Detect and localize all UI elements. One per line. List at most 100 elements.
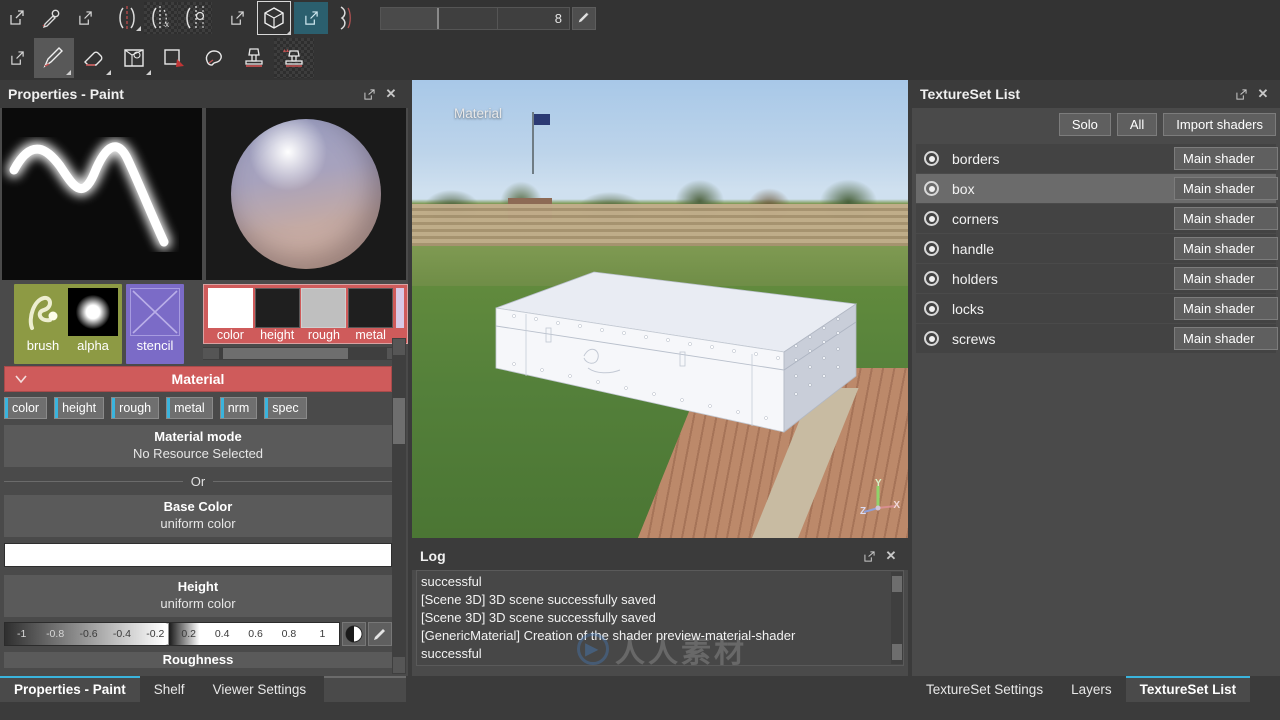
table-row[interactable]: locks Main shader	[916, 294, 1278, 323]
brush-size-value[interactable]: 8	[498, 6, 570, 30]
slider-handle[interactable]	[436, 7, 439, 29]
symmetry-x-icon[interactable]: x	[144, 2, 178, 34]
tab-overflow-stub[interactable]	[324, 676, 407, 702]
3d-viewport[interactable]: Material Y X Z	[412, 80, 908, 538]
brush-size-slider[interactable]	[380, 6, 498, 30]
material-mode-field[interactable]: Material mode No Resource Selected	[4, 425, 392, 467]
hscroll-left-button[interactable]	[203, 348, 219, 359]
vscroll-thumb[interactable]	[393, 398, 405, 444]
channel-tab-metal[interactable]: metal	[166, 397, 213, 419]
material-stamp-tool[interactable]: ▴▴	[274, 38, 314, 78]
visibility-radio-icon[interactable]	[924, 181, 939, 196]
height-slider-cursor[interactable]	[163, 624, 168, 644]
tab-layers[interactable]: Layers	[1057, 676, 1126, 702]
shader-select[interactable]: Main shader	[1174, 297, 1278, 320]
hscroll-thumb[interactable]	[223, 348, 348, 359]
tab-textureset-settings[interactable]: TextureSet Settings	[912, 676, 1057, 702]
export-icon-3[interactable]	[220, 2, 254, 34]
project-export-icon[interactable]	[0, 2, 34, 34]
visibility-radio-icon[interactable]	[924, 211, 939, 226]
vscroll-down-button[interactable]	[393, 657, 405, 673]
table-row[interactable]: handle Main shader	[916, 234, 1278, 263]
height-field[interactable]: Height uniform color	[4, 575, 392, 617]
shader-select[interactable]: Main shader	[1174, 207, 1278, 230]
symmetry-icon[interactable]	[110, 2, 144, 34]
tab-viewer-settings[interactable]: Viewer Settings	[199, 676, 321, 702]
table-row[interactable]: screws Main shader	[916, 324, 1278, 353]
visibility-radio-icon[interactable]	[924, 331, 939, 346]
channel-tab-spec[interactable]: spec	[264, 397, 307, 419]
close-icon[interactable]: ✕	[380, 83, 402, 105]
table-row[interactable]: holders Main shader	[916, 264, 1278, 293]
tab-shelf[interactable]: Shelf	[140, 676, 199, 702]
export-icon-2[interactable]	[68, 2, 102, 34]
shader-select[interactable]: Main shader	[1174, 177, 1278, 200]
float-window-icon[interactable]	[1230, 83, 1252, 105]
shader-select[interactable]: Main shader	[1174, 237, 1278, 260]
resource-brush[interactable]: brush	[18, 288, 68, 360]
table-row[interactable]: borders Main shader	[916, 144, 1278, 173]
log-vscroll-thumb-bottom[interactable]	[892, 644, 902, 660]
brush-size-widget[interactable]: 8	[380, 6, 596, 30]
tab-textureset-list[interactable]: TextureSet List	[1125, 676, 1251, 702]
color-swatch[interactable]	[207, 288, 253, 328]
channel-tab-height[interactable]: height	[54, 397, 105, 419]
channel-swatch-hscrollbar[interactable]	[203, 347, 403, 360]
resource-stencil[interactable]: stencil	[130, 288, 180, 360]
visibility-radio-icon[interactable]	[924, 271, 939, 286]
channel-swatch-color[interactable]: color	[207, 288, 254, 343]
resource-alpha[interactable]: alpha	[68, 288, 118, 360]
height-swatch[interactable]	[254, 288, 300, 328]
export-icon-4[interactable]	[294, 2, 328, 34]
channel-tab-color[interactable]: color	[4, 397, 48, 419]
height-gradient-slider[interactable]: -1 -0.8 -0.6 -0.4 -0.2 0.2 0.4 0.6 0.8 1	[4, 622, 340, 646]
geometry-fill-tool[interactable]	[154, 38, 194, 78]
all-button[interactable]: All	[1116, 112, 1158, 136]
shader-select[interactable]: Main shader	[1174, 267, 1278, 290]
import-shaders-button[interactable]: Import shaders	[1163, 112, 1276, 136]
material-section-header[interactable]: Material	[4, 366, 392, 392]
visibility-radio-icon[interactable]	[924, 151, 939, 166]
smudge-tool[interactable]	[194, 38, 234, 78]
base-color-field[interactable]: Base Color uniform color	[4, 495, 392, 537]
log-vscrollbar[interactable]	[891, 572, 903, 664]
white-trunk-box-3d-model[interactable]	[484, 264, 866, 464]
log-output[interactable]: successful [Scene 3D] 3D scene successfu…	[416, 570, 904, 666]
channel-tab-rough[interactable]: rough	[111, 397, 160, 419]
channel-swatch-metal[interactable]: metal	[347, 288, 394, 343]
tab-properties-paint[interactable]: Properties - Paint	[0, 676, 140, 702]
cube-3d-view-icon[interactable]	[254, 0, 294, 38]
visibility-radio-icon[interactable]	[924, 301, 939, 316]
base-color-swatch[interactable]	[4, 543, 392, 567]
table-row[interactable]: corners Main shader	[916, 204, 1278, 233]
close-icon[interactable]: ✕	[1252, 83, 1274, 105]
eyedropper-icon[interactable]	[368, 622, 392, 646]
float-window-icon[interactable]	[858, 545, 880, 567]
invert-icon[interactable]	[342, 622, 366, 646]
metal-swatch[interactable]	[348, 288, 394, 328]
pencil-icon[interactable]	[572, 6, 596, 30]
shader-select[interactable]: Main shader	[1174, 327, 1278, 350]
curvature-icon[interactable]	[328, 2, 362, 34]
roughness-field-peek[interactable]: Roughness	[4, 652, 392, 668]
channel-swatch-height[interactable]: height	[254, 288, 301, 343]
paint-brush-tool[interactable]	[34, 38, 74, 78]
rough-swatch[interactable]	[301, 288, 347, 328]
shader-select[interactable]: Main shader	[1174, 147, 1278, 170]
projection-tool[interactable]	[114, 38, 154, 78]
float-window-icon[interactable]	[358, 83, 380, 105]
chevron-down-icon[interactable]	[13, 373, 29, 389]
export-small-icon[interactable]	[0, 42, 34, 74]
table-row[interactable]: box Main shader	[916, 174, 1278, 203]
properties-vscrollbar[interactable]	[392, 338, 406, 674]
clone-stamp-tool[interactable]	[234, 38, 274, 78]
color-picker-icon[interactable]	[34, 2, 68, 34]
eraser-tool[interactable]	[74, 38, 114, 78]
axis-gizmo[interactable]: Y X Z	[860, 478, 900, 522]
solo-button[interactable]: Solo	[1058, 112, 1111, 136]
channel-swatch-rough[interactable]: rough	[301, 288, 348, 343]
log-vscroll-thumb-top[interactable]	[892, 576, 902, 592]
close-icon[interactable]: ✕	[880, 545, 902, 567]
channel-tab-nrm[interactable]: nrm	[219, 397, 258, 419]
symmetry-mirror-icon[interactable]	[178, 2, 212, 34]
